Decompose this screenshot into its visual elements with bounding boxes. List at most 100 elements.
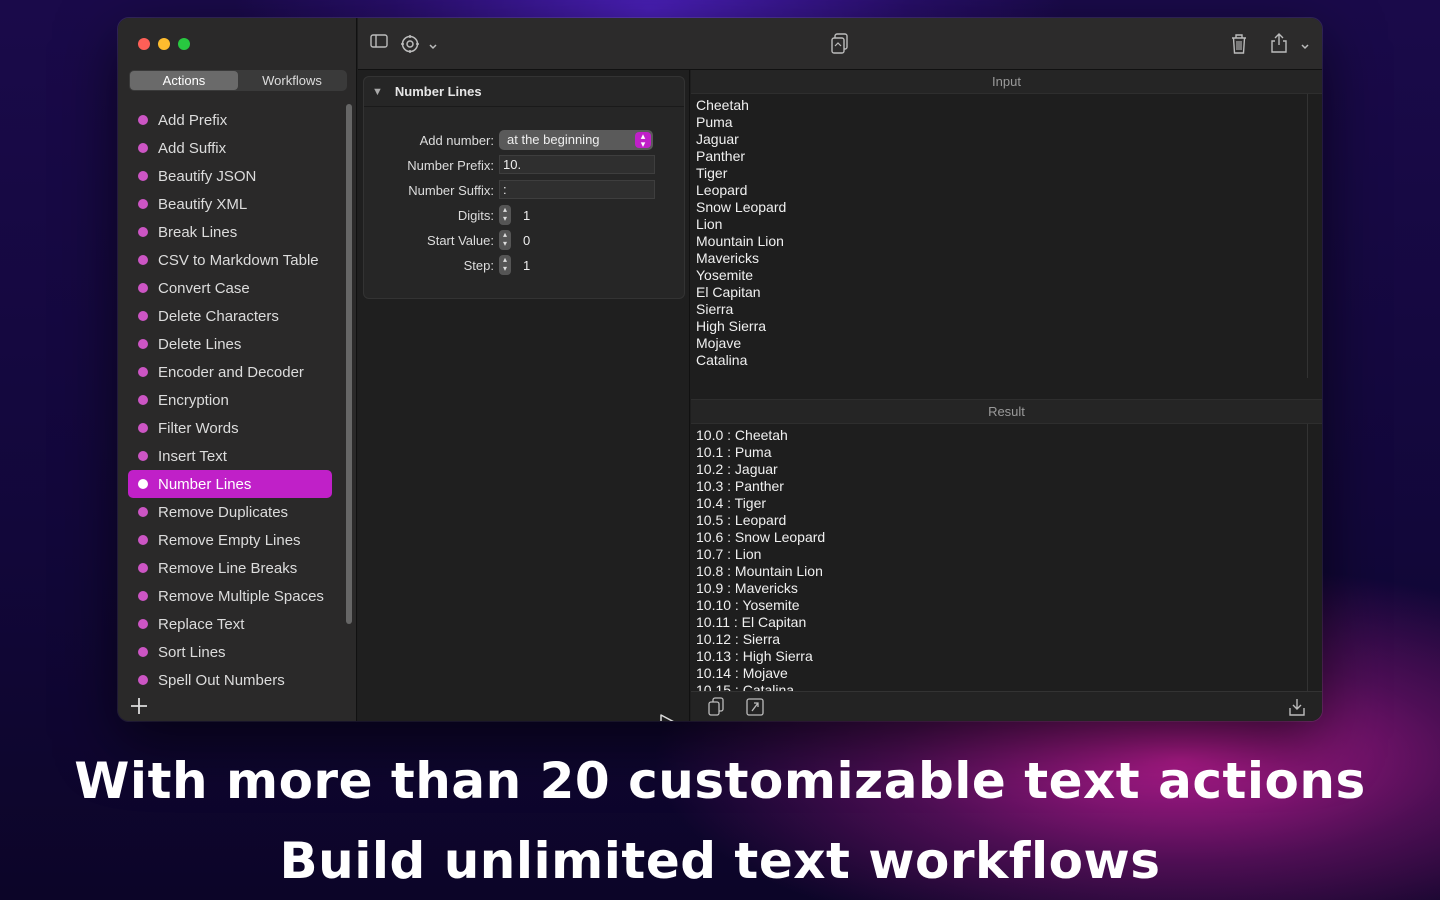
action-item-label: Convert Case bbox=[158, 279, 250, 297]
app-icon bbox=[830, 33, 850, 60]
text-line: 10.6 : Snow Leopard bbox=[696, 529, 826, 545]
action-item-label: Delete Characters bbox=[158, 307, 279, 325]
gear-icon[interactable] bbox=[400, 34, 420, 59]
text-line: Yosemite bbox=[696, 267, 754, 283]
text-line: Jaguar bbox=[696, 131, 739, 147]
digits-stepper[interactable]: ▴ ▾ bbox=[499, 205, 511, 225]
action-item[interactable]: Add Prefix bbox=[128, 106, 332, 134]
action-item[interactable]: Insert Text bbox=[128, 442, 332, 470]
action-item[interactable]: Encoder and Decoder bbox=[128, 358, 332, 386]
text-line: 10.14 : Mojave bbox=[696, 665, 788, 681]
sidebar: Actions Workflows Add Prefix Add Suffix Be… bbox=[118, 18, 357, 721]
action-item[interactable]: Delete Characters bbox=[128, 302, 332, 330]
chevron-down-icon[interactable] bbox=[428, 38, 438, 56]
bullet-icon bbox=[138, 619, 148, 629]
action-item[interactable]: Break Lines bbox=[128, 218, 332, 246]
text-line: 10.12 : Sierra bbox=[696, 631, 781, 647]
text-line: Panther bbox=[696, 148, 746, 164]
close-window-button[interactable] bbox=[138, 38, 150, 50]
add-number-row: Add number: at the beginning ▴ ▾ bbox=[364, 130, 684, 152]
action-item-label: Remove Duplicates bbox=[158, 503, 289, 521]
share-icon[interactable] bbox=[1270, 32, 1288, 59]
action-item[interactable]: Delete Lines bbox=[128, 330, 332, 358]
text-line: 10.2 : Jaguar bbox=[696, 461, 778, 477]
bullet-icon bbox=[138, 283, 148, 293]
bullet-icon bbox=[138, 647, 148, 657]
caption-line-2: Build unlimited text workflows bbox=[279, 832, 1161, 890]
bullet-icon bbox=[138, 395, 148, 405]
add-number-value: at the beginning bbox=[507, 132, 600, 147]
zoom-window-button[interactable] bbox=[178, 38, 190, 50]
action-item[interactable]: Remove Empty Lines bbox=[128, 526, 332, 554]
plus-icon bbox=[131, 698, 147, 714]
action-item[interactable]: Add Suffix bbox=[128, 134, 332, 162]
copy-icon[interactable] bbox=[707, 697, 725, 721]
minimize-window-button[interactable] bbox=[158, 38, 170, 50]
result-scrollbar[interactable] bbox=[1307, 424, 1308, 691]
result-text[interactable]: 10.0 : Cheetah 10.1 : Puma 10.2 : Jaguar 10… bbox=[691, 424, 1322, 702]
step-stepper[interactable]: ▴ ▾ bbox=[499, 255, 511, 275]
action-settings-panel: ▼ Number Lines Add number: at the beginn… bbox=[358, 70, 690, 721]
add-number-select[interactable]: at the beginning ▴ ▾ bbox=[499, 130, 653, 150]
action-item[interactable]: Convert Case bbox=[128, 274, 332, 302]
bullet-icon bbox=[138, 171, 148, 181]
action-item-label: Replace Text bbox=[158, 615, 245, 633]
action-item[interactable]: Sort Lines bbox=[128, 638, 332, 666]
text-line: 10.10 : Yosemite bbox=[696, 597, 800, 613]
swap-icon[interactable] bbox=[745, 697, 765, 721]
text-line: Mountain Lion bbox=[696, 233, 784, 249]
tab-actions[interactable]: Actions bbox=[130, 71, 238, 90]
sidebar-scrollbar[interactable] bbox=[346, 104, 352, 624]
action-item-label: Beautify JSON bbox=[158, 167, 257, 185]
suffix-label: Number Suffix: bbox=[408, 183, 494, 198]
start-value-row: Start Value: ▴ ▾ 0 bbox=[364, 230, 684, 252]
action-item[interactable]: Beautify JSON bbox=[128, 162, 332, 190]
step-value: 1 bbox=[523, 258, 531, 273]
action-item[interactable]: Number Lines bbox=[128, 470, 332, 498]
suffix-field[interactable]: : bbox=[499, 180, 655, 199]
action-item[interactable]: Spell Out Numbers bbox=[128, 666, 332, 694]
action-item-label: Remove Multiple Spaces bbox=[158, 587, 324, 605]
prefix-field[interactable]: 10. bbox=[499, 155, 655, 174]
action-item[interactable]: Remove Line Breaks bbox=[128, 554, 332, 582]
text-line: 10.11 : El Capitan bbox=[696, 614, 807, 630]
add-button[interactable] bbox=[128, 695, 150, 717]
disclosure-triangle-icon[interactable]: ▼ bbox=[372, 86, 383, 98]
action-item[interactable]: Remove Duplicates bbox=[128, 498, 332, 526]
text-line: Sierra bbox=[696, 301, 734, 317]
action-item[interactable]: Filter Words bbox=[128, 414, 332, 442]
bullet-icon bbox=[138, 255, 148, 265]
input-header: Input bbox=[691, 70, 1322, 94]
settings-group-header[interactable]: ▼ Number Lines bbox=[364, 77, 684, 107]
tab-workflows[interactable]: Workflows bbox=[238, 71, 346, 90]
input-text[interactable]: Cheetah Puma Jaguar Panther Tiger Leopard Snow… bbox=[691, 94, 1322, 372]
text-line: Mojave bbox=[696, 335, 742, 351]
sidebar-toggle-icon[interactable] bbox=[370, 33, 388, 54]
action-item[interactable]: Remove Multiple Spaces bbox=[128, 582, 332, 610]
text-line: High Sierra bbox=[696, 318, 767, 334]
action-item[interactable]: CSV to Markdown Table bbox=[128, 246, 332, 274]
play-icon[interactable] bbox=[658, 713, 678, 721]
traffic-lights bbox=[138, 38, 190, 50]
text-panes: Input Cheetah Puma Jaguar Panther Tiger Leopa… bbox=[691, 70, 1322, 721]
share-chevron-down-icon[interactable] bbox=[1300, 38, 1310, 56]
digits-label: Digits: bbox=[457, 208, 494, 223]
trash-icon[interactable] bbox=[1230, 33, 1248, 60]
download-icon[interactable] bbox=[1287, 697, 1307, 721]
text-line: 10.9 : Mavericks bbox=[696, 580, 798, 596]
input-scrollbar[interactable] bbox=[1307, 94, 1308, 378]
action-item[interactable]: Encryption bbox=[128, 386, 332, 414]
bullet-icon bbox=[138, 423, 148, 433]
action-item[interactable]: Replace Text bbox=[128, 610, 332, 638]
settings-title: Number Lines bbox=[394, 84, 482, 99]
text-line: Puma bbox=[696, 114, 733, 130]
action-item-label: Beautify XML bbox=[158, 195, 248, 213]
text-line: 10.8 : Mountain Lion bbox=[696, 563, 823, 579]
step-label: Step: bbox=[463, 258, 494, 273]
action-item[interactable]: Beautify XML bbox=[128, 190, 332, 218]
action-item-label: Filter Words bbox=[158, 419, 239, 437]
sidebar-segmented-control: Actions Workflows bbox=[129, 70, 347, 91]
result-pane: Result 10.0 : Cheetah 10.1 : Puma 10.2 : J… bbox=[691, 399, 1322, 698]
text-line: Lion bbox=[696, 216, 723, 232]
start-value-stepper[interactable]: ▴ ▾ bbox=[499, 230, 511, 250]
